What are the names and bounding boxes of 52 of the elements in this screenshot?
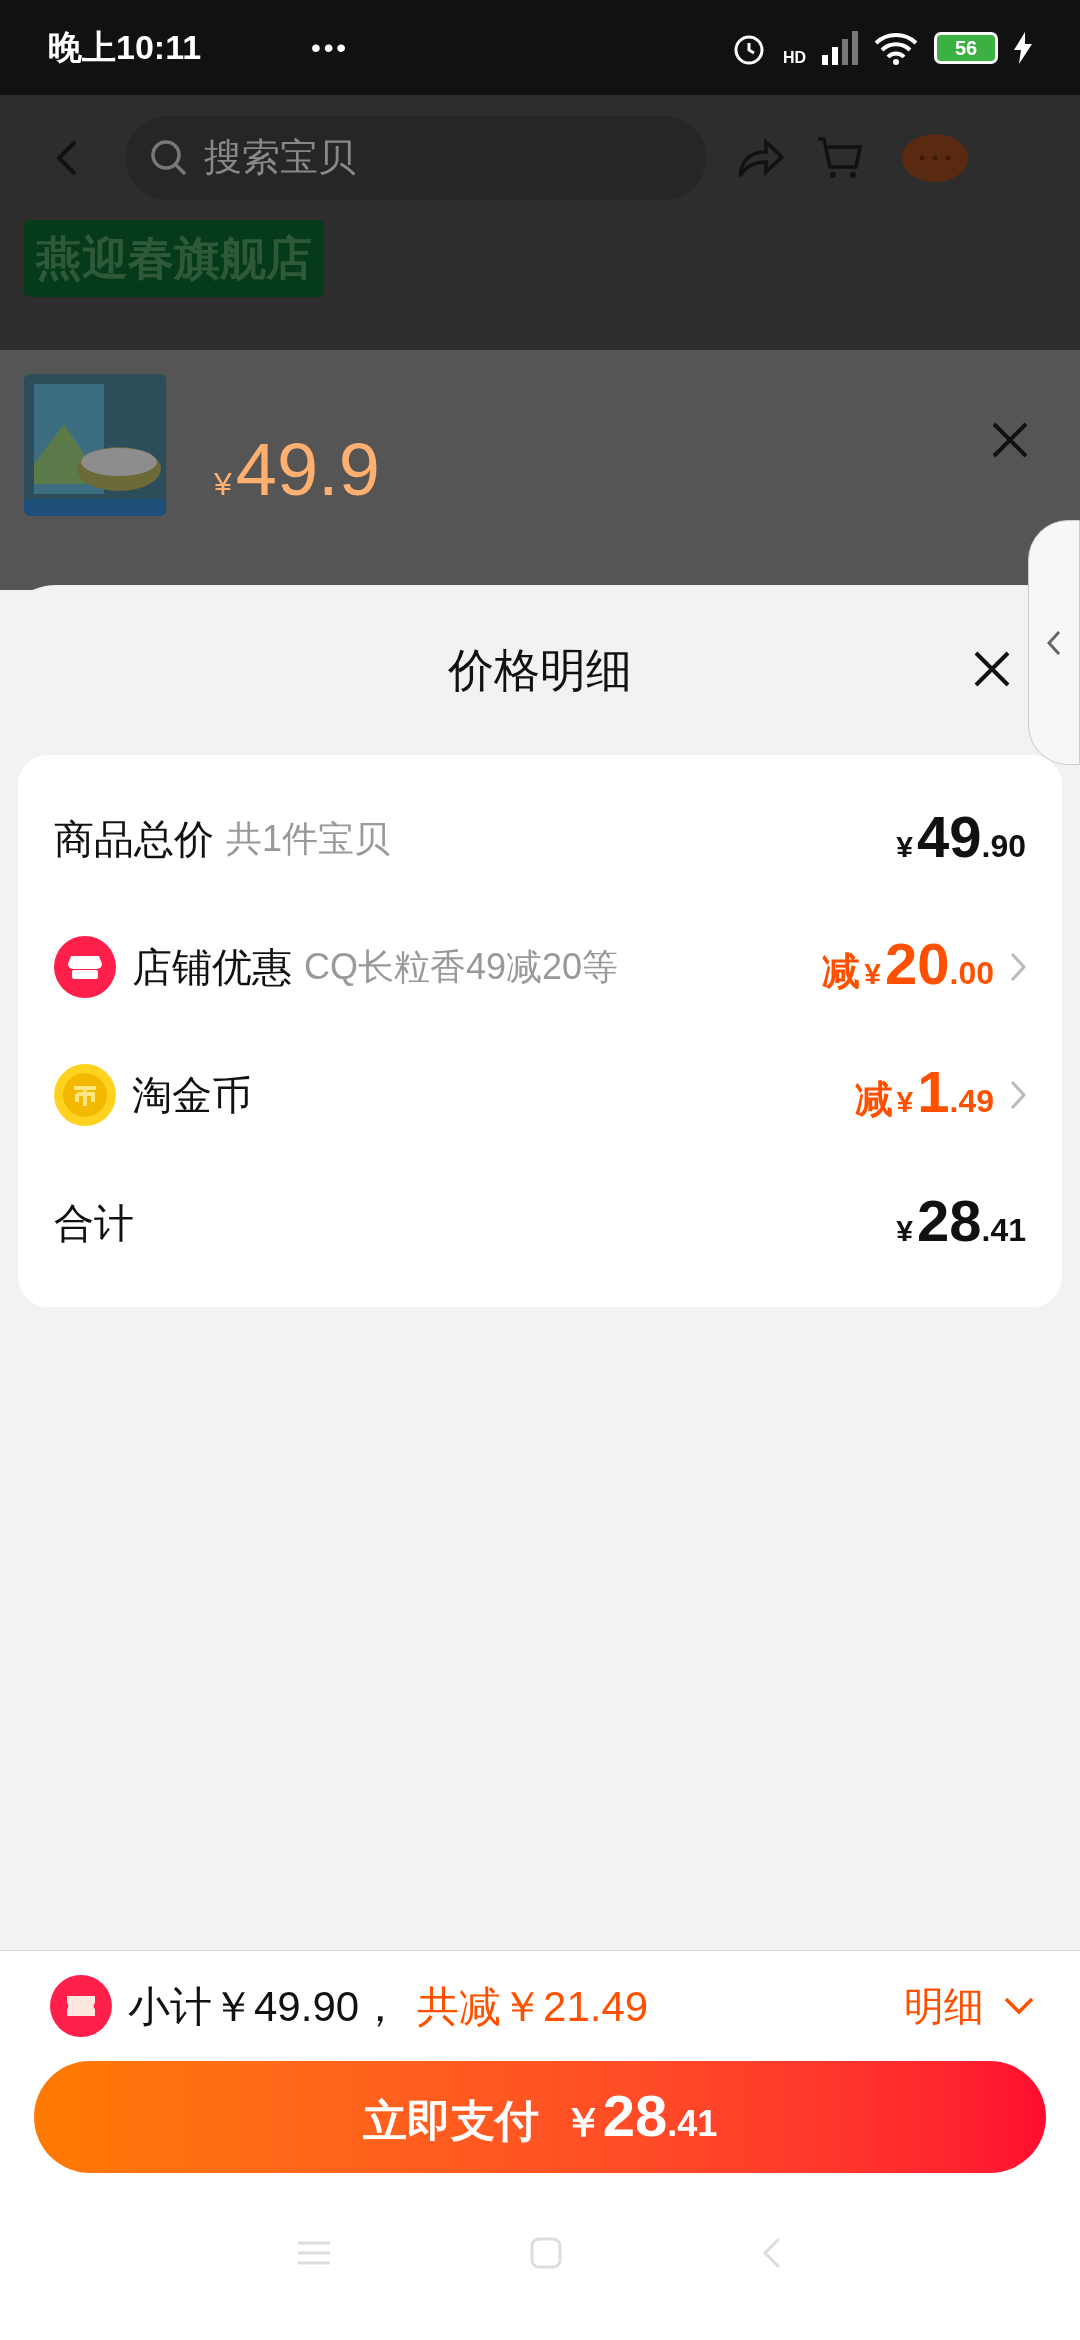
- row-label: 合计: [54, 1200, 134, 1247]
- row-note: CQ长粒香49减20等: [304, 945, 619, 989]
- pay-now-button[interactable]: 立即支付 ￥28.41: [34, 2061, 1046, 2173]
- row-note: 共1件宝贝: [226, 817, 391, 861]
- wifi-icon: [874, 30, 918, 65]
- amount-decimals: .00: [949, 953, 994, 993]
- ticket-icon: [50, 1975, 112, 2037]
- chevron-right-icon[interactable]: [1010, 1080, 1026, 1110]
- product-price: 49.9: [235, 427, 380, 513]
- home-icon[interactable]: [530, 2236, 562, 2269]
- side-tab[interactable]: [1028, 520, 1080, 765]
- amount-integer: 20: [885, 934, 950, 993]
- details-toggle[interactable]: 明细: [904, 1976, 1034, 2036]
- currency-sign: ¥: [896, 829, 913, 865]
- amount-integer: 28: [917, 1192, 982, 1250]
- more-icon[interactable]: [902, 133, 968, 182]
- currency-sign: ¥: [896, 1083, 914, 1120]
- amount-decimals: .41: [981, 1211, 1026, 1250]
- sheet-title: 价格明细: [448, 642, 632, 698]
- charging-icon: [1014, 31, 1032, 64]
- shop-icon: [54, 936, 116, 998]
- cart-icon: [816, 134, 862, 181]
- menu-icon[interactable]: [298, 2239, 330, 2266]
- amount-integer: 1: [917, 1062, 950, 1121]
- notification-more: •••: [311, 30, 349, 65]
- search-field[interactable]: 搜索宝贝: [126, 115, 706, 200]
- currency-sign: ¥: [896, 1213, 913, 1249]
- amount-prefix: 减: [854, 1076, 893, 1122]
- currency-sign: ¥: [864, 955, 881, 992]
- back-icon[interactable]: [762, 2236, 782, 2269]
- currency-sign: ¥: [214, 465, 232, 504]
- signal-icon: [822, 30, 858, 65]
- chevron-down-icon: [1004, 1997, 1034, 2015]
- network-label: HD: [782, 49, 806, 66]
- chevron-left-icon: [1047, 629, 1061, 656]
- back-icon: [56, 139, 78, 176]
- close-icon[interactable]: [974, 651, 1010, 687]
- share-icon: [738, 137, 784, 178]
- subtotal-text: 小计￥49.90，: [128, 1981, 402, 2032]
- row-label: 店铺优惠: [132, 944, 292, 991]
- amount-integer: 49: [917, 808, 982, 866]
- coin-icon: [54, 1064, 116, 1126]
- amount-decimals: .90: [981, 827, 1026, 866]
- discount-total: 共减￥21.49: [417, 1981, 649, 2032]
- status-time: 晚上10:11: [48, 27, 202, 68]
- search-icon: [150, 138, 188, 177]
- amount-prefix: 减: [822, 948, 861, 994]
- battery-indicator: 56: [934, 31, 998, 64]
- amount-decimals: .49: [949, 1081, 994, 1121]
- chevron-right-icon[interactable]: [1010, 952, 1026, 982]
- row-label: 商品总价: [54, 816, 214, 863]
- row-label: 淘金币: [132, 1072, 252, 1119]
